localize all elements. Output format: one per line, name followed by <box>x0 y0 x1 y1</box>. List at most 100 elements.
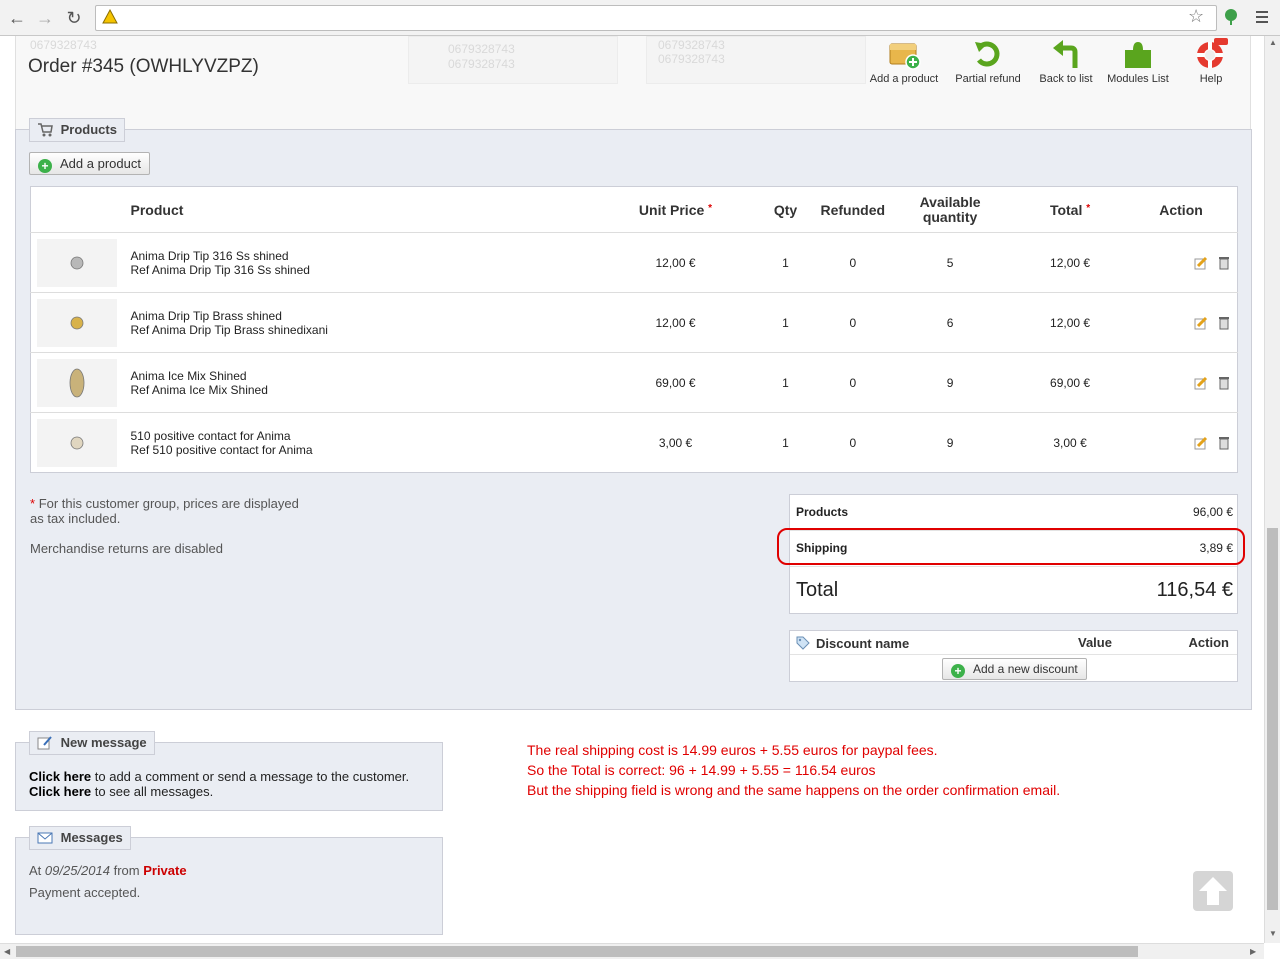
product-name[interactable]: 510 positive contact for Anima <box>131 429 601 443</box>
envelope-icon <box>37 832 53 844</box>
th-refunded: Refunded <box>820 201 886 218</box>
th-qty: Qty <box>773 201 798 218</box>
edit-icon[interactable] <box>1194 376 1208 390</box>
order-header: 0679328743 0679328743 0679328743 0679328… <box>15 36 1251 136</box>
delete-icon[interactable] <box>1219 256 1229 270</box>
product-qty: 1 <box>750 412 821 473</box>
th-total-label: Total <box>1049 201 1083 218</box>
product-qty: 1 <box>750 292 821 353</box>
edit-icon[interactable] <box>1194 256 1208 270</box>
add-product-icon <box>889 43 921 70</box>
new-message-panel: New message Click here to add a comment … <box>15 731 443 811</box>
product-refunded: 0 <box>820 412 886 473</box>
product-thumb-cell <box>30 232 131 293</box>
reload-icon[interactable]: ↻ <box>63 7 85 29</box>
product-actions <box>1125 352 1238 413</box>
lifebuoy-icon <box>1197 38 1228 68</box>
product-thumb-cell <box>30 292 131 353</box>
product-image[interactable] <box>37 358 117 407</box>
toolbar-partial-refund-button[interactable]: Partial refund <box>948 38 1028 85</box>
totals-products-row: Products 96,00 € <box>790 495 1237 531</box>
back-icon[interactable]: ← <box>6 7 28 29</box>
ghost-phone: 0679328743 <box>30 38 97 52</box>
totals-total-label: Total <box>796 579 839 601</box>
product-name-cell: 510 positive contact for Anima Ref 510 p… <box>130 412 601 473</box>
click-here-messages-link[interactable]: Click here <box>29 784 91 799</box>
product-refunded: 0 <box>820 232 886 293</box>
message-author: Private <box>143 863 187 878</box>
horizontal-scroll-thumb[interactable] <box>16 946 1138 957</box>
edit-icon[interactable] <box>1194 316 1208 330</box>
scroll-to-top-button[interactable] <box>1193 871 1233 911</box>
product-total: 12,00 € <box>1015 292 1126 353</box>
scroll-left-arrow-icon[interactable]: ◀ <box>4 947 10 956</box>
vertical-scroll-thumb[interactable] <box>1267 528 1278 910</box>
toolbar-modules-list-button[interactable]: Modules List <box>1100 38 1176 85</box>
add-product-button-label: Add a product <box>60 156 141 171</box>
product-ref: Ref Anima Drip Tip 316 Ss shined <box>130 262 310 277</box>
toolbar-add-product-button[interactable]: Add a product <box>864 38 944 85</box>
add-discount-button[interactable]: + Add a new discount <box>942 658 1087 680</box>
product-name[interactable]: Anima Drip Tip Brass shined <box>131 309 601 323</box>
product-actions <box>1125 412 1238 473</box>
annotation-text: The real shipping cost is 14.99 euros + … <box>527 740 1060 800</box>
th-action: Action <box>1159 201 1203 218</box>
note-edit-icon <box>37 736 52 750</box>
tag-icon <box>796 636 810 650</box>
product-name[interactable]: Anima Drip Tip 316 Ss shined <box>131 249 601 263</box>
plus-icon: + <box>951 664 965 678</box>
product-unit-price: 3,00 € <box>600 412 751 473</box>
ghost-phone: 0679328743 <box>658 38 725 52</box>
horizontal-scrollbar[interactable]: ◀ ▶ <box>0 943 1264 959</box>
th-unit-price: Unit Price * <box>601 187 751 233</box>
puzzle-icon <box>1125 42 1151 68</box>
delete-icon[interactable] <box>1219 436 1229 450</box>
table-row: 510 positive contact for Anima Ref 510 p… <box>30 412 1238 473</box>
toolbar-back-to-list-button[interactable]: Back to list <box>1026 38 1106 85</box>
vertical-scrollbar[interactable]: ▲ ▼ <box>1264 36 1280 943</box>
product-total: 69,00 € <box>1015 352 1126 413</box>
new-message-text: Click here to add a comment or send a me… <box>29 769 409 799</box>
page-title: Order #345 (OWHLYVZPZ) <box>28 56 259 77</box>
delete-icon[interactable] <box>1219 376 1229 390</box>
ghost-phone: 0679328743 <box>448 57 515 71</box>
menu-icon[interactable] <box>1256 8 1268 26</box>
shipping-highlight-ring <box>777 528 1245 565</box>
tax-note-line1: For this customer group, prices are disp… <box>38 496 299 511</box>
extension-icon[interactable] <box>1224 9 1238 25</box>
messages-legend: Messages <box>29 826 131 850</box>
th-product: Product <box>130 201 184 218</box>
toolbar-help-button[interactable]: Help <box>1186 38 1236 85</box>
partial-refund-icon <box>975 41 1000 67</box>
edit-icon[interactable] <box>1194 436 1208 450</box>
product-ref: Ref Anima Ice Mix Shined <box>130 382 268 397</box>
product-image[interactable] <box>37 298 117 347</box>
forward-icon[interactable]: → <box>34 7 56 29</box>
discounts-header: Discount name Value Action <box>790 631 1237 655</box>
product-ref: Ref 510 positive contact for Anima <box>130 442 313 457</box>
product-image[interactable] <box>37 238 117 287</box>
messages-panel: Messages At 09/25/2014 from Private Paym… <box>15 826 443 935</box>
cart-icon <box>38 123 53 137</box>
returns-note: Merchandise returns are disabled <box>30 541 223 556</box>
discount-action-header: Action <box>1188 635 1229 650</box>
address-bar[interactable] <box>95 5 1217 31</box>
browser-toolbar: ← → ↻ ☆ <box>0 0 1280 36</box>
tax-note-line2: as tax included. <box>30 511 121 526</box>
scroll-right-arrow-icon[interactable]: ▶ <box>1250 947 1256 956</box>
product-name[interactable]: Anima Ice Mix Shined <box>131 369 601 383</box>
delete-icon[interactable] <box>1219 316 1229 330</box>
annotation-line3: But the shipping field is wrong and the … <box>527 782 1061 798</box>
product-image[interactable] <box>37 418 117 467</box>
scroll-down-arrow-icon[interactable]: ▼ <box>1269 929 1277 938</box>
security-warning-icon[interactable] <box>102 9 118 25</box>
click-here-comment-link[interactable]: Click here <box>29 769 91 784</box>
tax-note: * For this customer group, prices are di… <box>30 496 299 526</box>
discounts-table: Discount name Value Action + Add a new di… <box>789 630 1238 682</box>
ghost-phone: 0679328743 <box>658 52 725 66</box>
add-product-button[interactable]: + Add a product <box>29 152 150 175</box>
toolbar-partial-refund-label: Partial refund <box>955 73 1021 85</box>
discount-value-header: Value <box>1078 635 1112 650</box>
scroll-up-arrow-icon[interactable]: ▲ <box>1269 38 1277 47</box>
bookmark-star-icon[interactable]: ☆ <box>1188 6 1204 27</box>
